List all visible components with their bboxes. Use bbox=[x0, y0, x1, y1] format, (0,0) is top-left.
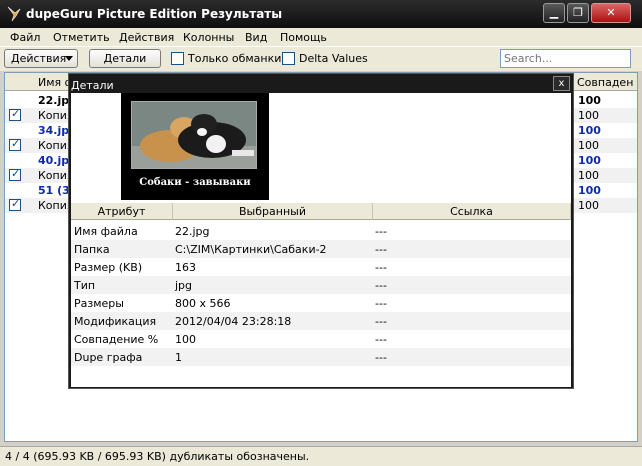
delta-values-checkbox[interactable] bbox=[282, 52, 295, 65]
chevron-down-icon bbox=[65, 56, 73, 61]
details-attribute: Тип bbox=[74, 279, 96, 292]
details-row[interactable]: Папка C:\ZIM\Картинки\Сабаки-2 --- bbox=[71, 240, 571, 258]
details-attribute: Размеры bbox=[74, 297, 124, 310]
details-attribute: Папка bbox=[74, 243, 110, 256]
details-selected-value: C:\ZIM\Картинки\Сабаки-2 bbox=[175, 243, 327, 256]
menu-columns[interactable]: Колонны bbox=[183, 31, 234, 44]
delta-values-label: Delta Values bbox=[299, 52, 368, 65]
row-filename: 51 (3 bbox=[38, 184, 70, 197]
row-checkbox[interactable] bbox=[9, 167, 21, 181]
details-reference-value: --- bbox=[375, 243, 387, 256]
only-dupes-checkbox[interactable] bbox=[171, 52, 184, 65]
details-reference-value: --- bbox=[375, 279, 387, 292]
close-window-button[interactable]: ✕ bbox=[591, 3, 631, 23]
details-selected-value: 22.jpg bbox=[175, 225, 210, 238]
row-match-score: 100 bbox=[578, 124, 601, 137]
details-reference-value: --- bbox=[375, 351, 387, 364]
details-button[interactable]: Детали bbox=[89, 49, 161, 68]
row-filename: 34.jp bbox=[38, 124, 70, 137]
details-row[interactable]: Размеры 800 x 566 --- bbox=[71, 294, 571, 312]
details-table-header: Атрибут Выбранный Ссылка bbox=[71, 202, 571, 220]
details-row[interactable]: Размер (KB) 163 --- bbox=[71, 258, 571, 276]
actions-label: Действия bbox=[11, 52, 67, 65]
row-checkbox[interactable] bbox=[9, 197, 21, 211]
details-body: Собаки - завываки Атрибут Выбранный Ссыл… bbox=[71, 93, 571, 387]
details-attribute: Размер (KB) bbox=[74, 261, 143, 274]
title-bar: dupeGuru Picture Edition Результаты ▁ ❐ … bbox=[0, 0, 642, 28]
details-row[interactable]: Имя файла 22.jpg --- bbox=[71, 222, 571, 240]
details-selected-value: 2012/04/04 23:28:18 bbox=[175, 315, 292, 328]
details-reference-value: --- bbox=[375, 333, 387, 346]
details-attribute: Dupe графа bbox=[74, 351, 143, 364]
row-filename: 40.jp bbox=[38, 154, 70, 167]
row-match-score: 100 bbox=[578, 109, 599, 122]
preview-caption: Собаки - завываки bbox=[139, 177, 251, 188]
dogs-photo bbox=[131, 101, 257, 169]
column-header-reference[interactable]: Ссылка bbox=[373, 203, 571, 220]
status-text: 4 / 4 (695.93 KB / 695.93 KB) дубликаты … bbox=[5, 450, 310, 463]
image-preview: Собаки - завываки bbox=[121, 93, 269, 200]
details-attribute: Модификация bbox=[74, 315, 157, 328]
column-header-selected[interactable]: Выбранный bbox=[173, 203, 373, 220]
dogs-image-icon bbox=[132, 102, 256, 168]
row-filename: 22.jp bbox=[38, 94, 70, 107]
details-attribute: Совпадение % bbox=[74, 333, 159, 346]
row-match-score: 100 bbox=[578, 139, 599, 152]
menu-actions[interactable]: Действия bbox=[119, 31, 174, 44]
search-input[interactable] bbox=[500, 49, 631, 68]
details-reference-value: --- bbox=[375, 315, 387, 328]
row-match-score: 100 bbox=[578, 154, 601, 167]
status-bar: 4 / 4 (695.93 KB / 695.93 KB) дубликаты … bbox=[0, 446, 642, 466]
dupeguru-logo-icon bbox=[7, 6, 21, 22]
details-selected-value: 800 x 566 bbox=[175, 297, 231, 310]
menu-file[interactable]: Файл bbox=[10, 31, 40, 44]
details-row[interactable]: Тип jpg --- bbox=[71, 276, 571, 294]
menu-view[interactable]: Вид bbox=[245, 31, 267, 44]
row-checkbox[interactable] bbox=[9, 107, 21, 121]
menu-bar: Файл Отметить Действия Колонны Вид Помощ… bbox=[0, 28, 642, 47]
details-attribute: Имя файла bbox=[74, 225, 138, 238]
minimize-button[interactable]: ▁ bbox=[543, 3, 565, 23]
details-reference-value: --- bbox=[375, 225, 387, 238]
row-checkbox[interactable] bbox=[9, 137, 21, 151]
details-window-title: Детали bbox=[71, 79, 114, 92]
row-match-score: 100 bbox=[578, 94, 601, 107]
toolbar: Действия Детали Только обманки Delta Val… bbox=[0, 47, 642, 71]
menu-mark[interactable]: Отметить bbox=[53, 31, 110, 44]
details-selected-value: jpg bbox=[175, 279, 193, 292]
details-row[interactable]: Совпадение % 100 --- bbox=[71, 330, 571, 348]
row-match-score: 100 bbox=[578, 199, 599, 212]
details-window[interactable]: Детали x Собаки - завываки Атрибут Выбра… bbox=[68, 73, 574, 389]
details-row[interactable]: Модификация 2012/04/04 23:28:18 --- bbox=[71, 312, 571, 330]
details-reference-value: --- bbox=[375, 297, 387, 310]
details-selected-value: 163 bbox=[175, 261, 196, 274]
window-title: dupeGuru Picture Edition Результаты bbox=[26, 7, 283, 21]
menu-help[interactable]: Помощь bbox=[280, 31, 327, 44]
row-match-score: 100 bbox=[578, 184, 601, 197]
only-dupes-label: Только обманки bbox=[188, 52, 282, 65]
details-reference-value: --- bbox=[375, 261, 387, 274]
details-selected-value: 1 bbox=[175, 351, 182, 364]
details-selected-value: 100 bbox=[175, 333, 196, 346]
details-close-button[interactable]: x bbox=[553, 76, 570, 91]
row-match-score: 100 bbox=[578, 169, 599, 182]
details-row[interactable]: Dupe графа 1 --- bbox=[71, 348, 571, 366]
actions-dropdown-button[interactable]: Действия bbox=[4, 49, 78, 68]
maximize-button[interactable]: ❐ bbox=[567, 3, 589, 23]
column-header-match[interactable]: Совпаден bbox=[577, 76, 633, 89]
column-header-attribute[interactable]: Атрибут bbox=[71, 203, 173, 220]
